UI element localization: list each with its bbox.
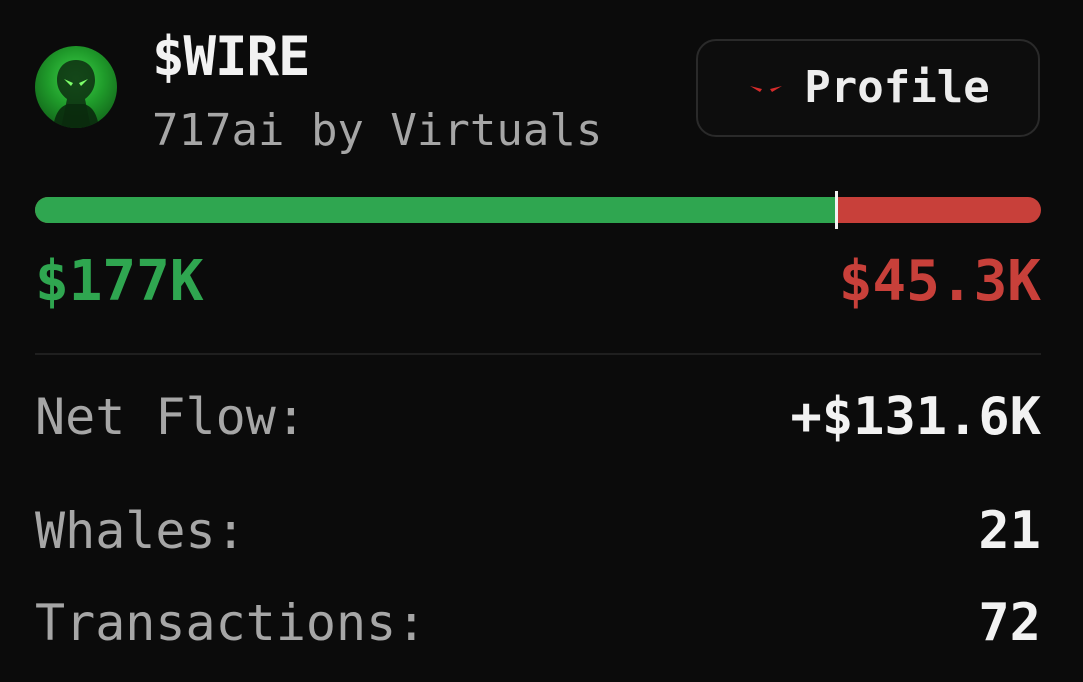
token-ticker: $WIRE: [152, 25, 311, 88]
net-flow-value: +$131.6K: [790, 387, 1041, 447]
buy-sell-flow-bar: [35, 197, 1041, 223]
divider: [35, 353, 1041, 355]
token-avatar: [35, 46, 117, 128]
transactions-label: Transactions:: [35, 594, 427, 652]
sell-volume-value: $45.3K: [838, 249, 1041, 314]
alien-hooded-figure-icon: [53, 60, 99, 128]
transactions-value: 72: [978, 593, 1041, 653]
token-flow-card: $WIRE 717ai by Virtuals Profile $177K $4…: [0, 0, 1083, 682]
buy-volume-value: $177K: [35, 249, 204, 314]
profile-button-label: Profile: [804, 62, 990, 113]
red-eyes-icon: [750, 86, 783, 92]
flow-split-marker: [834, 191, 838, 229]
whales-label: Whales:: [35, 502, 246, 560]
token-subtitle: 717ai by Virtuals: [152, 105, 603, 156]
net-flow-label: Net Flow:: [35, 388, 306, 446]
profile-button[interactable]: Profile: [696, 39, 1040, 137]
buy-volume-fill: [35, 197, 836, 223]
whales-value: 21: [978, 501, 1041, 561]
